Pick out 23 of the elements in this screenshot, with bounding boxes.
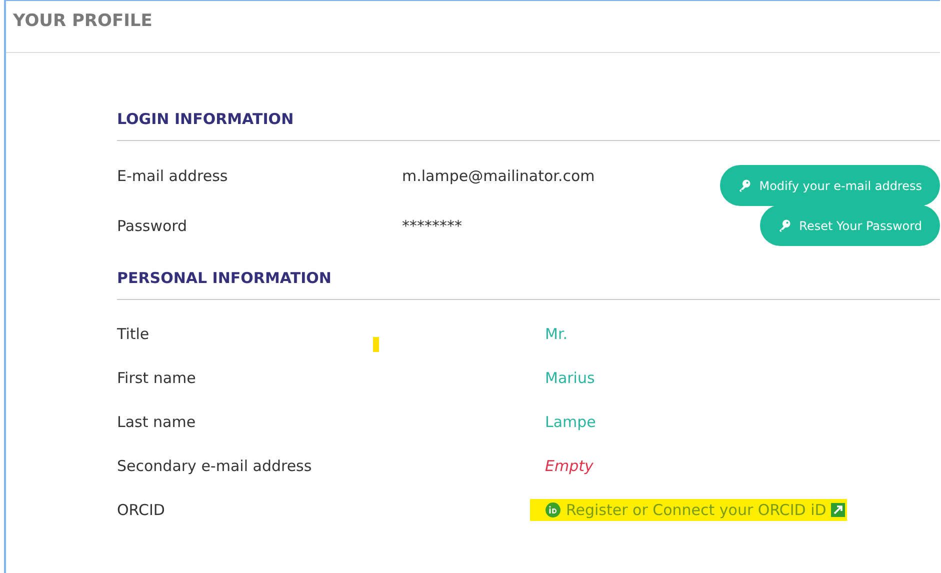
orcid-icon [545, 502, 561, 518]
field-value: Mr. [545, 325, 568, 343]
field-value: ******** [402, 216, 463, 235]
section-heading: LOGIN INFORMATION [117, 110, 940, 141]
key-icon [778, 219, 792, 232]
action-button[interactable]: Modify your e-mail address [720, 165, 940, 206]
field-value: Marius [545, 369, 595, 387]
field-label: Secondary e-mail address [117, 457, 313, 475]
field-label: Password [117, 216, 188, 235]
field-label: E-mail address [117, 166, 229, 185]
external-link-icon [831, 503, 846, 517]
section-heading: PERSONAL INFORMATION [117, 269, 940, 300]
field-label: Last name [117, 413, 197, 431]
key-icon [738, 179, 752, 192]
page-title: YOUR PROFILE [13, 11, 154, 31]
field-label: ORCID [117, 501, 166, 519]
field-label: First name [117, 369, 197, 387]
empty-value: Empty [545, 457, 594, 475]
field-label: Title [117, 325, 150, 343]
field-value: Lampe [545, 413, 596, 431]
field-value: m.lampe@mailinator.com [402, 166, 596, 185]
highlight-mark [373, 337, 379, 352]
action-button[interactable]: Reset Your Password [760, 205, 940, 246]
